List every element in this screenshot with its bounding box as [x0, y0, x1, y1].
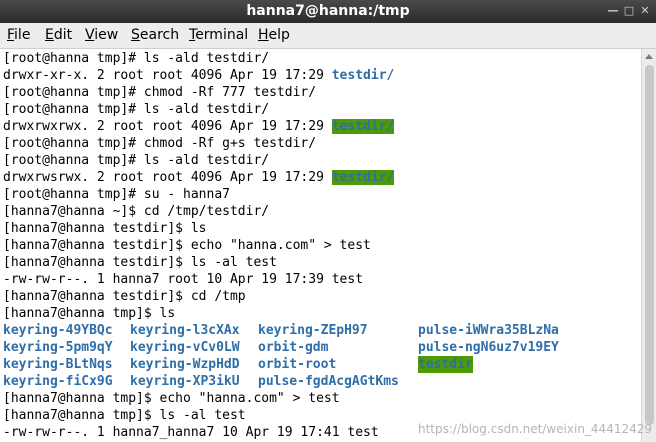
menu-terminal[interactable]: Terminal: [189, 27, 248, 43]
terminal-line: [root@hanna tmp]# chmod -Rf g+s testdir/: [3, 136, 317, 151]
terminal-line: [hanna7@hanna testdir]$ ls: [3, 221, 207, 236]
terminal-line: [hanna7@hanna tmp]$ echo "hanna.com" > t…: [3, 391, 340, 406]
menu-file-label: ile: [14, 27, 31, 43]
ls-entry: keyring-fiCx9G: [3, 374, 113, 389]
ls-entry: keyring-ZEpH97: [258, 323, 368, 338]
menu-edit[interactable]: Edit: [45, 27, 72, 43]
menu-terminal-label: erminal: [195, 27, 249, 43]
terminal-line: drwxr-xr-x. 2 root root 4096 Apr 19 17:2…: [3, 67, 394, 84]
ls-entry: keyring-49YBQc: [3, 323, 113, 338]
window-title: hanna7@hanna:/tmp: [246, 3, 410, 19]
ls-entry: keyring-5pm9qY: [3, 340, 113, 355]
maximize-icon[interactable]: □: [622, 4, 636, 18]
terminal-line: drwxrwxrwx. 2 root root 4096 Apr 19 17:2…: [3, 118, 395, 135]
dir-name: testdir/: [331, 68, 395, 83]
ls-entry: keyring-WzpHdD: [130, 357, 240, 372]
terminal-line: [hanna7@hanna tmp]$ ls: [3, 306, 176, 321]
menu-edit-label: dit: [53, 27, 73, 43]
vertical-scrollbar[interactable]: [641, 49, 656, 442]
terminal-line: drwxrwsrwx. 2 root root 4096 Apr 19 17:2…: [3, 169, 395, 186]
dir-name-highlighted: testdir/: [331, 170, 395, 185]
menu-view-mnemonic: V: [85, 27, 95, 43]
listing-text: drwxrwsrwx. 2 root root 4096 Apr 19 17:2…: [3, 170, 332, 185]
menu-view[interactable]: View: [85, 27, 118, 43]
terminal-line: [hanna7@hanna testdir]$ ls -al test: [3, 255, 277, 270]
ls-entry: keyring-vCv0LW: [130, 340, 240, 355]
watermark-text: https://blog.csdn.net/weixin_44412429: [417, 422, 652, 436]
scroll-up-arrow-icon[interactable]: [645, 54, 653, 59]
terminal-line: [root@hanna tmp]# ls -ald testdir/: [3, 102, 270, 117]
ls-entry: pulse-ngN6uz7v19EY: [418, 340, 559, 355]
ls-entry: orbit-root: [258, 357, 337, 372]
menu-edit-mnemonic: E: [45, 27, 54, 43]
terminal-line: -rw-rw-r--. 1 hanna7_hanna7 10 Apr 19 17…: [3, 425, 379, 440]
terminal-line: [hanna7@hanna ~]$ cd /tmp/testdir/: [3, 204, 270, 219]
scrollbar-thumb[interactable]: [645, 65, 654, 425]
menubar: File Edit View Search Terminal Help: [0, 23, 656, 49]
terminal-line: [hanna7@hanna testdir]$ echo "hanna.com"…: [3, 238, 371, 253]
menu-file-mnemonic: F: [7, 27, 15, 43]
menu-search[interactable]: Search: [131, 27, 179, 43]
terminal-line: -rw-rw-r--. 1 hanna7 root 10 Apr 19 17:3…: [3, 272, 364, 287]
terminal-line: [hanna7@hanna tmp]$ ls -al test: [3, 408, 246, 423]
ls-entry: keyring-BLtNqs: [3, 357, 113, 372]
dir-name-highlighted: testdir/: [331, 119, 395, 134]
menu-search-label: earch: [139, 27, 180, 43]
terminal-line: [root@hanna tmp]# ls -ald testdir/: [3, 51, 270, 66]
menu-file[interactable]: File: [7, 27, 30, 43]
terminal-line: [root@hanna tmp]# ls -ald testdir/: [3, 153, 270, 168]
menu-search-mnemonic: S: [131, 27, 140, 43]
terminal-line: [root@hanna tmp]# chmod -Rf 777 testdir/: [3, 85, 317, 100]
menu-help-label: elp: [268, 27, 290, 43]
terminal-output[interactable]: [root@hanna tmp]# ls -ald testdir/ drwxr…: [0, 49, 641, 442]
ls-entry: orbit-gdm: [258, 340, 329, 355]
minimize-icon[interactable]: —: [606, 4, 620, 18]
menu-help[interactable]: Help: [258, 27, 290, 43]
window-titlebar: hanna7@hanna:/tmp — □ ✕: [0, 0, 656, 23]
menu-view-label: iew: [94, 27, 119, 43]
ls-entry: pulse-fgdAcgAGtKms: [258, 374, 399, 389]
terminal-line: [root@hanna tmp]# su - hanna7: [3, 187, 230, 202]
terminal-line: [hanna7@hanna testdir]$ cd /tmp: [3, 289, 246, 304]
listing-text: drwxr-xr-x. 2 root root 4096 Apr 19 17:2…: [3, 68, 332, 83]
ls-entry: keyring-XP3ikU: [130, 374, 240, 389]
close-icon[interactable]: ✕: [638, 4, 652, 18]
ls-entry-highlighted: testdir: [418, 356, 473, 373]
ls-entry: pulse-iWWra35BLzNa: [418, 323, 559, 338]
listing-text: drwxrwxrwx. 2 root root 4096 Apr 19 17:2…: [3, 119, 332, 134]
ls-entry: keyring-l3cXAx: [130, 323, 240, 338]
menu-help-mnemonic: H: [258, 27, 269, 43]
